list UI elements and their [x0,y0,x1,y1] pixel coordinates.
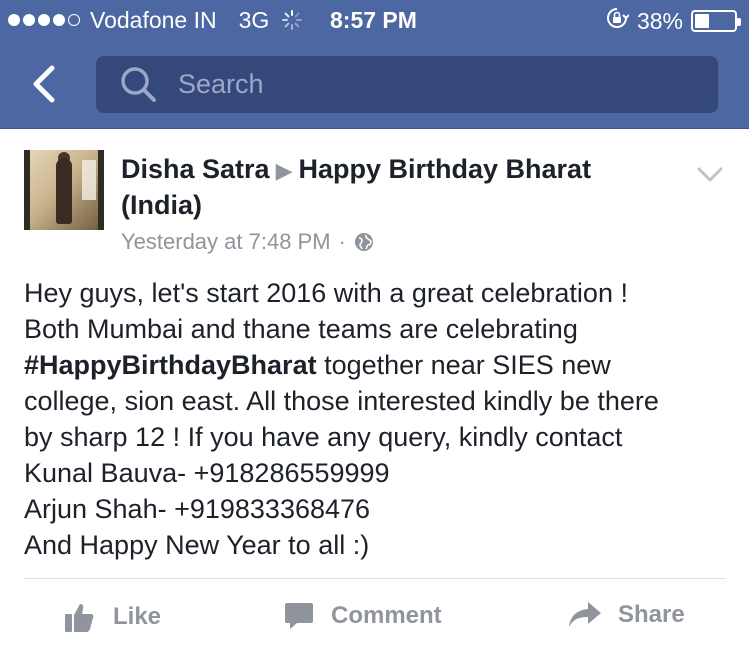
status-bar: Vodafone IN 3G 8:57 PM 38% [0,0,749,40]
signal-strength-icon [8,14,80,26]
post-body: Hey guys, let's start 2016 with a great … [24,275,734,563]
like-label: Like [113,603,162,630]
search-bar[interactable] [96,56,718,113]
post-line: #HappyBirthdayBharat together near SIES … [24,347,734,383]
activity-spinner-icon [281,9,303,31]
status-time: 8:57 PM [330,7,417,33]
meta-separator: · [338,229,346,254]
hashtag-link[interactable]: #HappyBirthdayBharat [24,350,317,380]
actions-divider [24,578,726,579]
battery-icon [691,10,741,32]
post-header: Disha Satra ▶ Happy Birthday Bharat (India… [121,152,661,222]
post-line: Both Mumbai and thane teams are celebrat… [24,314,578,344]
arrow-right-icon: ▶ [275,158,293,183]
chevron-left-icon [33,65,55,103]
post-menu-button[interactable] [695,165,725,185]
search-input[interactable] [178,69,698,100]
author-name[interactable]: Disha Satra [121,154,270,184]
share-button[interactable]: Share [568,600,685,630]
like-button[interactable]: Like [63,600,161,634]
comment-label: Comment [331,602,442,629]
battery-percent: 38% [636,7,683,34]
post-line: And Happy New Year to all :) [24,530,370,560]
carrier-name: Vodafone IN [90,6,217,33]
post-line: college, sion east. All those interested… [24,386,659,416]
network-type: 3G [238,6,270,33]
navigation-bar [0,40,749,129]
share-arrow-icon [569,602,601,627]
orientation-lock-icon [605,6,630,36]
thumbs-up-icon [65,604,94,632]
author-avatar[interactable] [24,150,104,230]
search-icon [121,66,156,102]
back-button[interactable] [24,62,64,106]
globe-icon [354,233,373,251]
share-label: Share [618,601,685,628]
post-line: Kunal Bauva- +918286559999 [24,458,390,488]
post-actions: Like Comment Share [0,600,749,640]
post-line-rest: together near SIES new [316,350,611,380]
post-line: by sharp 12 ! If you have any query, kin… [24,422,623,452]
post-line: Arjun Shah- +919833368476 [24,494,371,524]
chevron-down-icon [697,167,723,182]
comment-button[interactable]: Comment [283,600,442,632]
comment-icon [285,603,313,629]
post-timestamp[interactable]: Yesterday at 7:48 PM [121,229,331,255]
post-meta: Yesterday at 7:48 PM · [121,229,374,255]
post-card: Disha Satra ▶ Happy Birthday Bharat (India… [0,130,749,659]
post-line: Hey guys, let's start 2016 with a great … [24,278,628,308]
